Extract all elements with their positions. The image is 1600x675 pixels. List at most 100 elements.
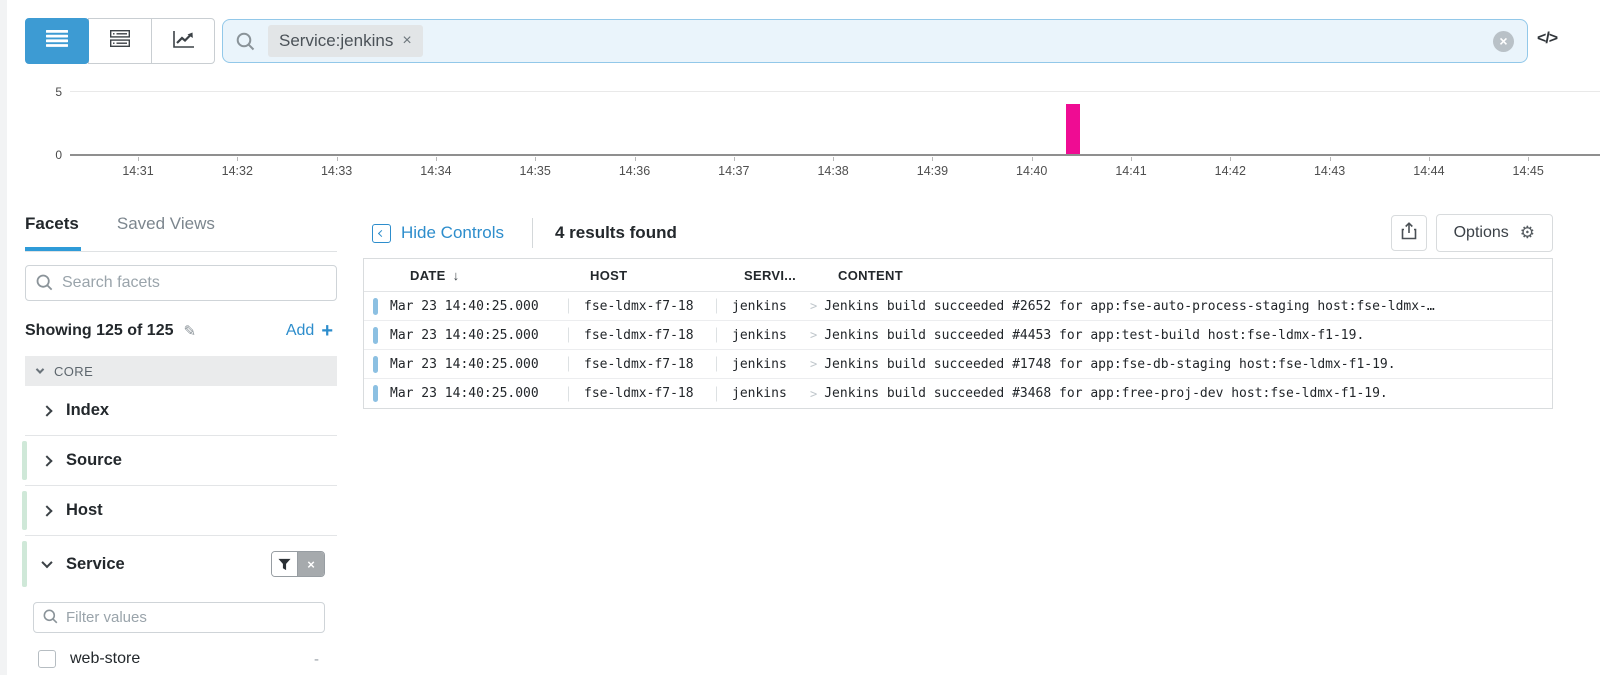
column-label: DATE [410,268,446,283]
expand-log-icon: > [804,299,824,313]
x-tick-label: 14:34 [406,164,466,178]
list-detail-view-button[interactable] [88,18,152,64]
facet-item-host[interactable]: Host [25,486,337,536]
log-level-indicator [373,298,378,315]
x-tick-label: 14:41 [1101,164,1161,178]
log-message: Jenkins build succeeded #2652 for app:fs… [824,299,1434,314]
clear-filter-button[interactable]: × [298,552,324,576]
cell-service: jenkins [716,386,804,401]
x-tick [237,157,238,161]
search-filter-pill[interactable]: Service:jenkins × [268,25,423,57]
x-tick-label: 14:44 [1399,164,1459,178]
log-search-bar[interactable]: Service:jenkins × × [222,19,1528,63]
column-header-host[interactable]: HOST [568,268,716,283]
search-facets-input[interactable] [25,265,337,301]
log-level-indicator [373,327,378,344]
results-header: Hide Controls 4 results found Options ⚙ [363,214,1553,252]
list-view-button[interactable] [25,18,89,64]
x-tick [734,157,735,161]
column-header-date[interactable]: DATE ↓ [390,268,568,283]
code-query-icon[interactable]: </> [1537,30,1557,48]
options-button[interactable]: Options ⚙ [1436,214,1553,252]
x-tick [635,157,636,161]
log-explorer-page: Service:jenkins × × </> 5 0 14:3114:3214… [0,0,1600,675]
x-tick-label: 14:37 [704,164,764,178]
column-header-service[interactable]: SERVI... [716,268,804,283]
cell-content: >Jenkins build succeeded #4453 for app:t… [804,328,1552,343]
filter-values-input[interactable] [33,602,325,633]
x-tick-label: 14:35 [505,164,565,178]
chevron-down-icon [41,557,52,568]
log-row[interactable]: Mar 23 14:40:25.000fse-ldmx-f7-18jenkins… [364,350,1552,379]
x-tick-label: 14:43 [1300,164,1360,178]
log-volume-timeline: 5 0 14:3114:3214:3314:3414:3514:3614:371… [0,85,1600,180]
view-toggle-group [25,18,215,64]
cell-date: Mar 23 14:40:25.000 [390,357,568,372]
clear-search-button[interactable]: × [1493,31,1514,52]
gridline-y5 [70,91,1600,92]
facet-count-row: Showing 125 of 125 ✎ Add + [25,318,337,344]
facet-label: Service [66,555,125,574]
facet-item-source[interactable]: Source [25,436,337,486]
filter-funnel-button[interactable] [272,552,298,576]
x-axis-line [70,154,1600,156]
search-icon [236,32,255,51]
log-count-bar[interactable] [1066,104,1080,154]
results-table: DATE ↓ HOST SERVI... CONTENT Mar 23 14:4… [363,258,1553,409]
remove-filter-icon[interactable]: × [402,32,411,50]
chevron-right-icon [41,505,52,516]
export-button[interactable] [1391,215,1427,251]
cell-content: >Jenkins build succeeded #2652 for app:f… [804,299,1552,314]
add-facet-label: Add [286,322,314,340]
cell-date: Mar 23 14:40:25.000 [390,386,568,401]
x-tick-label: 14:32 [207,164,267,178]
facet-label: Index [66,401,109,420]
hide-controls-link[interactable]: Hide Controls [401,223,504,243]
facet-item-service[interactable]: Service × [25,536,337,592]
y-tick-label-0: 0 [42,148,62,162]
log-row[interactable]: Mar 23 14:40:25.000fse-ldmx-f7-18jenkins… [364,321,1552,350]
facet-group-core[interactable]: CORE [25,356,337,386]
cell-content: >Jenkins build succeeded #3468 for app:f… [804,386,1552,401]
column-header-content[interactable]: CONTENT [804,268,1552,283]
chevron-right-icon [41,405,52,416]
x-tick [535,157,536,161]
log-level-indicator [373,385,378,402]
tab-facets[interactable]: Facets [25,212,79,251]
log-level-indicator [373,356,378,373]
tab-saved-views[interactable]: Saved Views [117,212,215,251]
chart-view-button[interactable] [151,18,215,64]
x-tick-label: 14:39 [902,164,962,178]
share-icon [1401,222,1417,245]
search-icon [43,609,58,624]
cell-content: >Jenkins build succeeded #1748 for app:f… [804,357,1552,372]
chart-view-icon [173,30,194,53]
x-tick [1528,157,1529,161]
x-tick-label: 14:45 [1498,164,1558,178]
log-row[interactable]: Mar 23 14:40:25.000fse-ldmx-f7-18jenkins… [364,292,1552,321]
results-panel: Hide Controls 4 results found Options ⚙ [363,214,1553,252]
sort-descending-icon: ↓ [453,268,460,283]
cell-service: jenkins [716,357,804,372]
x-tick-label: 14:33 [307,164,367,178]
cell-date: Mar 23 14:40:25.000 [390,328,568,343]
value-label: web-store [70,650,140,668]
facet-item-index[interactable]: Index [25,386,337,436]
options-label: Options [1454,224,1509,242]
cell-service: jenkins [716,328,804,343]
facet-group-label: CORE [54,364,93,379]
collapse-panel-icon[interactable] [372,224,391,243]
log-message: Jenkins build succeeded #3468 for app:fr… [824,386,1388,401]
x-tick-label: 14:31 [108,164,168,178]
facet-value-item[interactable]: web-store- [25,650,337,668]
add-facet-button[interactable]: Add + [286,320,337,343]
facet-sidebar: Facets Saved Views Showing 125 of 125 ✎ … [25,212,337,668]
x-tick-label: 14:38 [803,164,863,178]
search-icon [36,274,53,291]
expand-log-icon: > [804,357,824,371]
x-tick-label: 14:42 [1200,164,1260,178]
log-row[interactable]: Mar 23 14:40:25.000fse-ldmx-f7-18jenkins… [364,379,1552,408]
value-checkbox[interactable] [38,650,56,668]
x-tick-label: 14:36 [605,164,665,178]
edit-facets-icon[interactable]: ✎ [183,322,196,340]
